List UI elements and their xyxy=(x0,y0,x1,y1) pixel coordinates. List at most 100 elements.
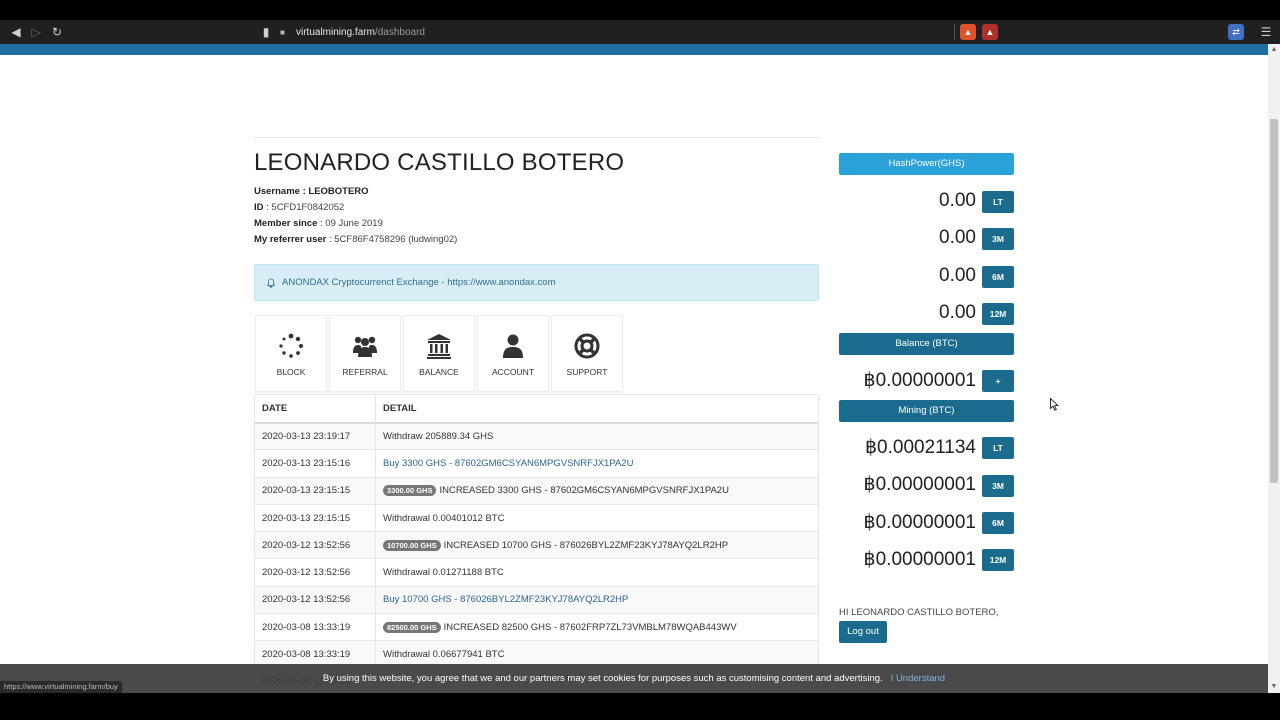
scrollbar-thumb[interactable] xyxy=(1270,119,1278,483)
row-detail-cell: Withdrawal 0.01271188 BTC xyxy=(375,558,819,587)
cookie-banner: By using this website, you agree that we… xyxy=(0,664,1268,693)
translate-icon[interactable]: ⇄ xyxy=(1228,24,1244,40)
bell-icon xyxy=(266,278,276,288)
tile-account[interactable]: ACCOUNT xyxy=(477,315,549,392)
users-icon xyxy=(353,336,377,357)
referrer-value: : 5CF86F4758296 (ludwing02) xyxy=(326,234,458,245)
forward-icon[interactable]: ▷ xyxy=(28,24,44,40)
alert-text[interactable]: ANONDAX Cryptocurrenct Exchange - https:… xyxy=(282,277,556,288)
row-detail-cell: Buy 3300 GHS - 87602GM6CSYAN6MPGVSNRFJX1… xyxy=(375,449,819,478)
info-alert: ANONDAX Cryptocurrenct Exchange - https:… xyxy=(254,264,819,301)
hashpower-lt-button[interactable]: LT xyxy=(982,191,1014,213)
mining-6m-button[interactable]: 6M xyxy=(982,512,1014,534)
brave-rewards-icon[interactable]: ▲ xyxy=(982,24,998,40)
page-content: LEONARDO CASTILLO BOTERO Username : LEOB… xyxy=(0,55,1268,693)
hashpower-value: 0.00 xyxy=(939,302,976,323)
tile-block[interactable]: BLOCK xyxy=(255,315,327,392)
ghs-badge: 10700.00 GHS xyxy=(383,539,441,551)
user-icon xyxy=(503,334,523,358)
bookmark-icon[interactable]: ▮ xyxy=(258,24,274,40)
menu-icon[interactable]: ☰ xyxy=(1258,24,1274,40)
table-row: 2020-03-13 23:15:15 3300.00 GHS INCREASED … xyxy=(254,476,819,505)
divider xyxy=(254,137,819,138)
url-path: /dashboard xyxy=(374,26,425,38)
bank-icon xyxy=(427,334,451,359)
row-detail: INCREASED 10700 GHS - 876026BYL2ZMF23KYJ… xyxy=(443,539,729,551)
hashpower-value: 0.00 xyxy=(939,190,976,211)
browser-toolbar: ◀ ▷ ↻ ▮ ■ virtualmining.farm/dashboard ▲… xyxy=(0,20,1280,44)
mining-value: ฿0.00000001 xyxy=(863,549,976,570)
member-line: Member since : 09 June 2019 xyxy=(254,218,383,229)
back-icon[interactable]: ◀ xyxy=(8,24,24,40)
tile-referral[interactable]: REFERRAL xyxy=(329,315,401,392)
row-detail: Withdrawal 0.01271188 BTC xyxy=(383,567,504,579)
page-scrollbar[interactable]: ▲ ▼ xyxy=(1268,44,1280,693)
member-label: Member since xyxy=(254,218,318,229)
scroll-down-icon[interactable]: ▼ xyxy=(1268,681,1280,693)
row-date: 2020-03-08 13:33:19 xyxy=(254,613,376,642)
mouse-cursor-icon xyxy=(1050,398,1059,411)
mining-header: Mining (BTC) xyxy=(839,400,1014,422)
tile-label: ACCOUNT xyxy=(491,367,535,377)
row-detail: Withdrawal 0.06677941 BTC xyxy=(383,649,505,661)
row-detail-link[interactable]: Buy 10700 GHS - 876026BYL2ZMF23KYJ78AYQ2… xyxy=(383,594,628,605)
row-date: 2020-03-12 13:52:56 xyxy=(254,558,376,587)
column-header-date: DATE xyxy=(254,394,376,424)
row-detail-cell: 10700.00 GHS INCREASED 10700 GHS - 876026… xyxy=(375,531,819,560)
table-row: 2020-03-12 13:52:56 Withdrawal 0.01271188… xyxy=(254,558,819,587)
address-bar[interactable]: ■ virtualmining.farm/dashboard xyxy=(280,23,950,41)
table-row: 2020-03-13 23:15:16 Buy 3300 GHS - 87602G… xyxy=(254,449,819,478)
row-detail: Withdraw 205889.34 GHS xyxy=(383,430,494,442)
hashpower-value: 0.00 xyxy=(939,227,976,248)
lifebuoy-icon xyxy=(574,333,600,359)
row-detail-link[interactable]: Buy 3300 GHS - 87602GM6CSYAN6MPGVSNRFJX1… xyxy=(383,458,633,469)
reload-icon[interactable]: ↻ xyxy=(49,24,65,40)
username-value: LEOBOTERO xyxy=(308,186,369,197)
logout-button[interactable]: Log out xyxy=(839,621,887,643)
hashpower-6m-button[interactable]: 6M xyxy=(982,266,1014,288)
mining-value: ฿0.00021134 xyxy=(864,437,976,458)
row-detail-cell: 82500.00 GHS INCREASED 82500 GHS - 87602F… xyxy=(375,613,819,642)
screen-top-bar xyxy=(0,0,1280,20)
ghs-badge: 3300.00 GHS xyxy=(383,485,437,497)
add-balance-button[interactable]: + xyxy=(982,370,1014,392)
row-date: 2020-03-12 13:52:56 xyxy=(254,531,376,560)
mining-lt-button[interactable]: LT xyxy=(982,437,1014,459)
mining-value: ฿0.00000001 xyxy=(863,512,976,533)
url-domain: virtualmining.farm xyxy=(296,26,375,38)
row-date: 2020-03-13 23:15:15 xyxy=(254,476,376,505)
row-date: 2020-03-13 23:15:16 xyxy=(254,449,376,478)
row-detail-cell: Withdraw 205889.34 GHS xyxy=(375,421,819,451)
referrer-label: My referrer user xyxy=(254,234,327,245)
id-value: : 5CFD1F0842052 xyxy=(263,202,345,213)
hashpower-12m-button[interactable]: 12M xyxy=(982,303,1014,325)
table-row: 2020-03-12 13:52:56 10700.00 GHS INCREASED… xyxy=(254,531,819,560)
hashpower-header: HashPower(GHS) xyxy=(839,153,1014,175)
screen-bottom-bar xyxy=(0,693,1280,720)
tile-label: BLOCK xyxy=(276,367,306,377)
member-value: : 09 June 2019 xyxy=(317,218,383,229)
tile-support[interactable]: SUPPORT xyxy=(551,315,623,392)
id-line: ID : 5CFD1F0842052 xyxy=(254,202,344,213)
hashpower-value: 0.00 xyxy=(939,265,976,286)
table-row: 2020-03-13 23:15:15 Withdrawal 0.00401012… xyxy=(254,503,819,533)
spinner-icon xyxy=(279,333,303,358)
cookie-accept-link[interactable]: I Understand xyxy=(891,673,945,684)
tile-label: SUPPORT xyxy=(566,367,608,377)
nav-tiles: BLOCK REFERRAL BALANCE ACCOUNT SUPPORT xyxy=(255,315,623,392)
username-label: Username : xyxy=(254,186,309,197)
table-row: 2020-03-13 23:19:17 Withdraw 205889.34 GH… xyxy=(254,421,819,451)
brave-shield-icon[interactable]: ▲ xyxy=(960,24,976,40)
hashpower-3m-button[interactable]: 3M xyxy=(982,228,1014,250)
scroll-up-icon[interactable]: ▲ xyxy=(1268,44,1280,56)
mining-12m-button[interactable]: 12M xyxy=(982,549,1014,571)
row-detail-cell: 3300.00 GHS INCREASED 3300 GHS - 87602GM6… xyxy=(375,476,819,505)
mining-3m-button[interactable]: 3M xyxy=(982,475,1014,497)
table-row: 2020-03-12 13:52:56 Buy 10700 GHS - 87602… xyxy=(254,585,819,615)
tile-balance[interactable]: BALANCE xyxy=(403,315,475,392)
id-label: ID xyxy=(254,202,264,213)
username-line: Username : LEOBOTERO xyxy=(254,186,369,197)
transactions-table: DATE DETAIL 2020-03-13 23:19:17 Withdraw … xyxy=(254,394,819,693)
row-detail: INCREASED 82500 GHS - 87602FRP7ZL73VMBLM… xyxy=(443,621,737,633)
site-header-strip xyxy=(0,44,1268,55)
